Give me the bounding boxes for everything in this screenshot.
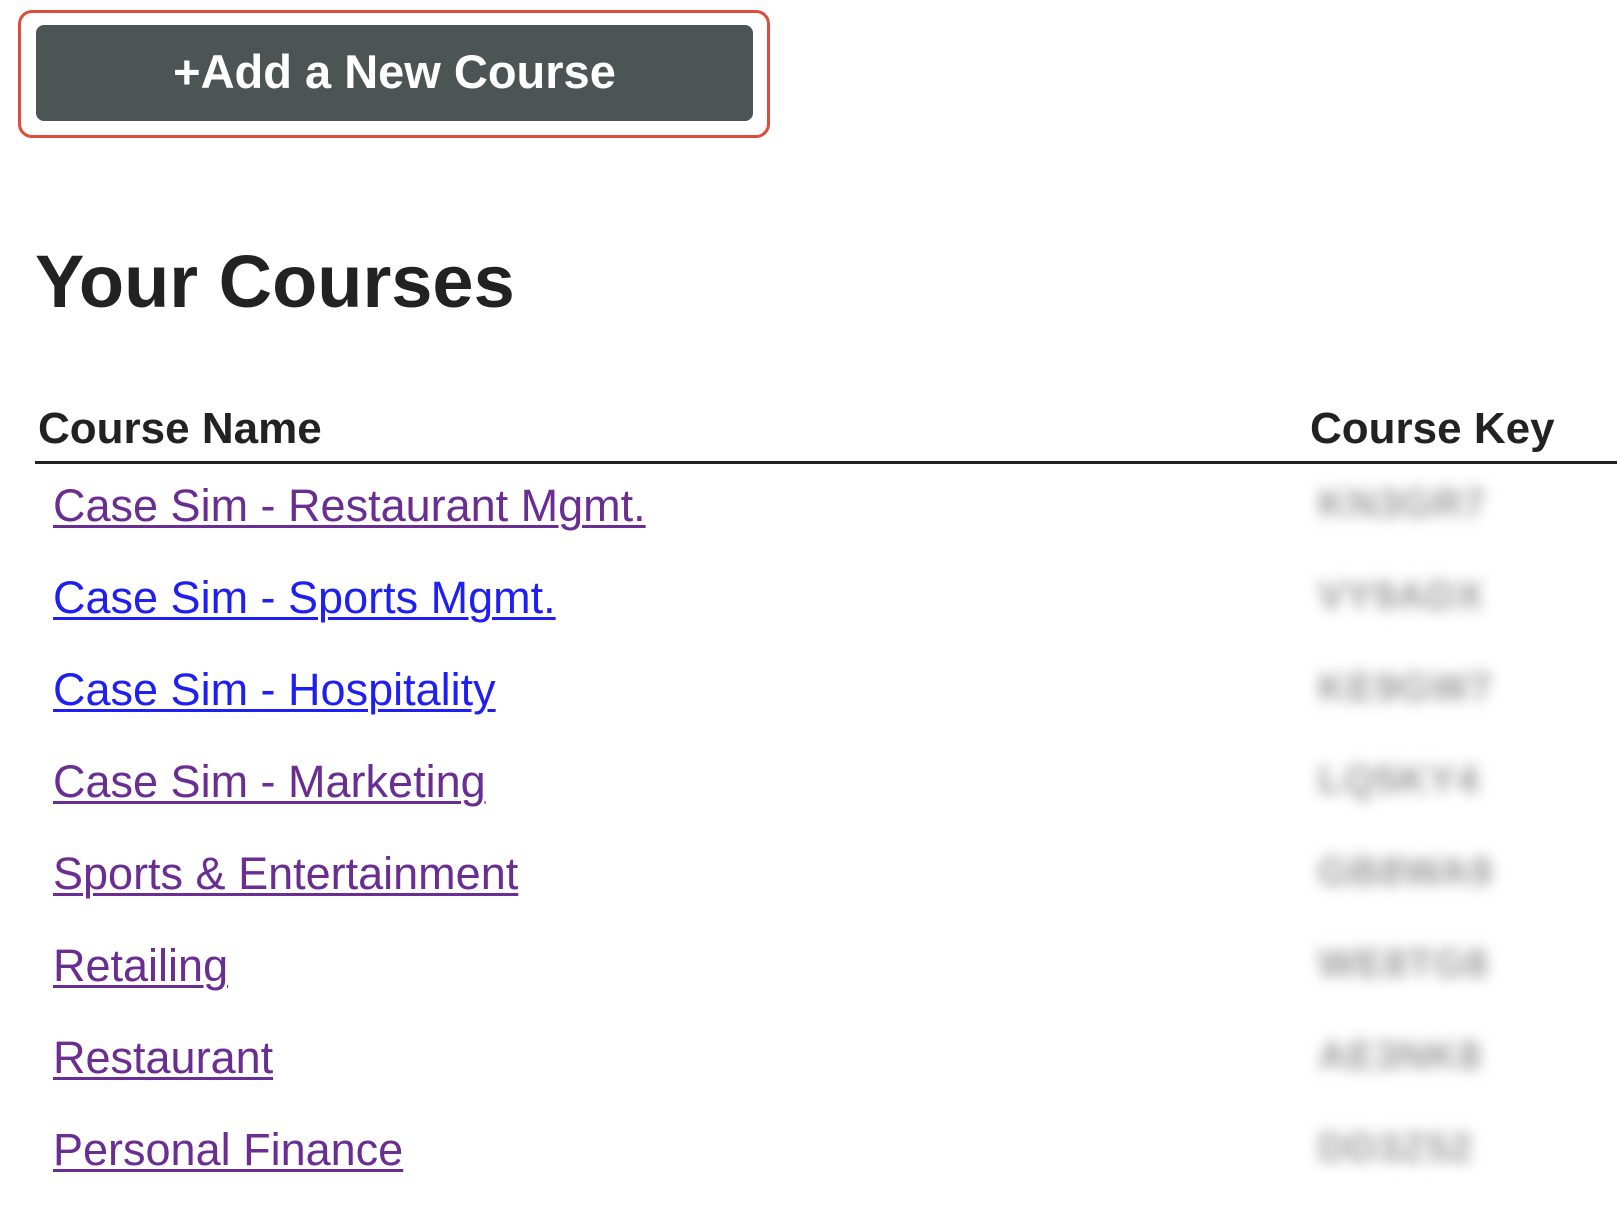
course-link[interactable]: Sports & Entertainment	[53, 848, 518, 900]
course-key-value: WE8TG8	[1318, 942, 1489, 986]
course-row: Case Sim - Restaurant Mgmt. KN3GR7	[35, 464, 1617, 556]
course-name-column-header: Course Name	[38, 404, 322, 453]
course-row: Case Sim - Marketing LQ5KY4	[35, 740, 1617, 832]
course-row: Sports & Entertainment GB8WA9	[35, 832, 1617, 924]
course-link[interactable]: Case Sim - Marketing	[53, 756, 486, 808]
course-key-value: VY9ADX	[1318, 574, 1485, 618]
course-row: Case Sim - Hospitality KE9GW7	[35, 648, 1617, 740]
course-key-column-header: Course Key	[1310, 404, 1555, 453]
course-row: Case Sim - Sports Mgmt. VY9ADX	[35, 556, 1617, 648]
course-link[interactable]: Personal Finance	[53, 1124, 403, 1176]
course-link[interactable]: Case Sim - Restaurant Mgmt.	[53, 480, 646, 532]
add-new-course-button[interactable]: +Add a New Course	[36, 25, 753, 121]
course-row: Personal Finance DD3Z52	[35, 1108, 1617, 1200]
course-link[interactable]: Case Sim - Sports Mgmt.	[53, 572, 556, 624]
course-key-value: KE9GW7	[1318, 666, 1493, 710]
course-row: Restaurant AE3NK8	[35, 1016, 1617, 1108]
course-key-value: DD3Z52	[1318, 1126, 1473, 1170]
course-key-value: LQ5KY4	[1318, 758, 1480, 802]
courses-table-header: Course Name Course Key	[35, 400, 1617, 464]
course-key-value: KN3GR7	[1318, 482, 1487, 526]
course-link[interactable]: Case Sim - Hospitality	[53, 664, 496, 716]
course-key-value: GB8WA9	[1318, 850, 1493, 894]
course-link[interactable]: Restaurant	[53, 1032, 273, 1084]
course-key-value: AE3NK8	[1318, 1034, 1482, 1078]
page-title: Your Courses	[35, 240, 515, 323]
course-row: Retailing WE8TG8	[35, 924, 1617, 1016]
course-link[interactable]: Retailing	[53, 940, 228, 992]
